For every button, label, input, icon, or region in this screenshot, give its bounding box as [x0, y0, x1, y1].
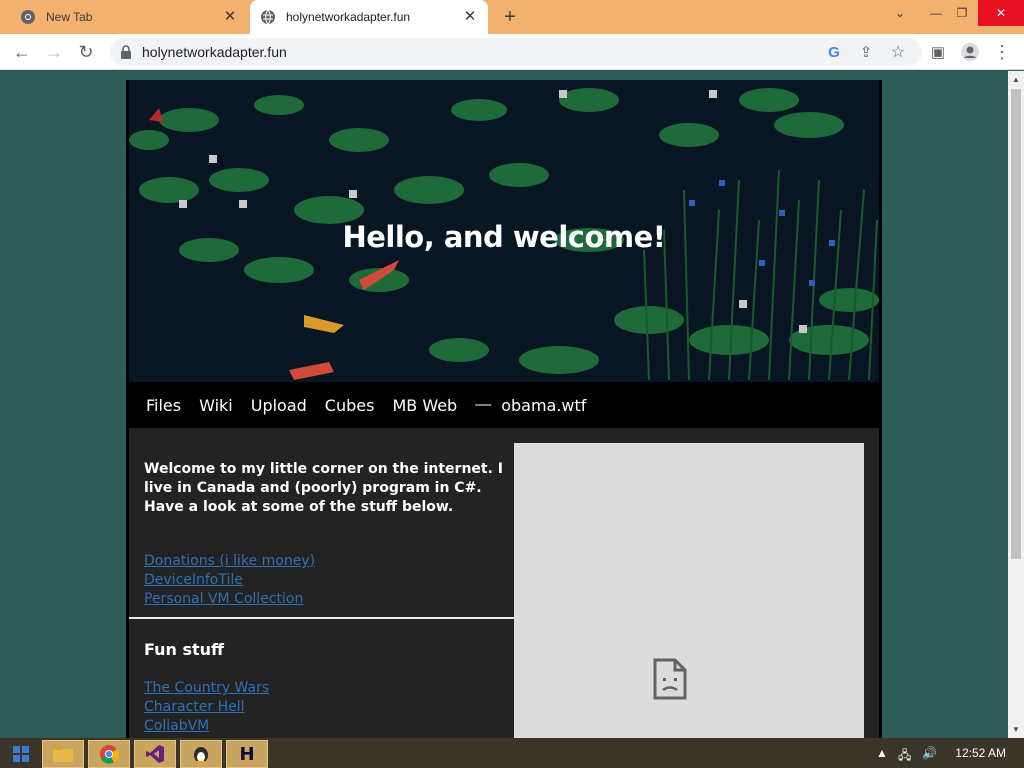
sad-page-icon [653, 658, 687, 700]
side-panel-icon[interactable]: ▣ [926, 40, 950, 64]
link-collabvm[interactable]: CollabVM [144, 717, 504, 736]
nav-link-mb-web[interactable]: MB Web [392, 396, 457, 415]
close-window-button[interactable]: ✕ [978, 0, 1024, 26]
lock-icon[interactable] [120, 45, 132, 64]
site-container: Hello, and welcome! Files Wiki Upload Cu… [126, 80, 882, 738]
tab-holynetworkadapter[interactable]: holynetworkadapter.fun ✕ [250, 0, 488, 34]
tab-title: New Tab [46, 10, 93, 24]
menu-dots-icon[interactable]: ⋮ [990, 40, 1014, 64]
link-character-hell[interactable]: Character Hell [144, 698, 504, 717]
scroll-down-arrow-icon[interactable]: ▼ [1012, 725, 1020, 734]
link-deviceinfotile[interactable]: DeviceInfoTile [144, 571, 504, 590]
fun-links: The Country Wars Character Hell CollabVM [144, 679, 504, 736]
globe-icon [260, 9, 276, 25]
nav-link-obama-wtf[interactable]: obama.wtf [501, 396, 586, 415]
tab-new-tab[interactable]: New Tab ✕ [8, 0, 248, 34]
forward-icon[interactable]: → [42, 40, 66, 64]
link-personal-vm-collection[interactable]: Personal VM Collection [144, 590, 504, 609]
nav-link-cubes[interactable]: Cubes [325, 396, 375, 415]
tab-title: holynetworkadapter.fun [286, 10, 411, 24]
restore-button[interactable]: ❐ [946, 0, 978, 26]
visual-studio-icon[interactable] [134, 740, 176, 768]
hero-title: Hello, and welcome! [342, 220, 666, 254]
new-tab-button[interactable]: + [500, 7, 520, 27]
browser-toolbar: ← → ↻ holynetworkadapter.fun G ⇪ ☆ ▣ ⋮ [0, 34, 1024, 70]
profile-avatar-icon[interactable] [958, 40, 982, 64]
chrome-icon [20, 9, 36, 25]
share-icon[interactable]: ⇪ [854, 40, 878, 64]
address-bar[interactable]: holynetworkadapter.fun [110, 38, 922, 66]
file-explorer-icon[interactable] [42, 740, 84, 768]
site-nav: Files Wiki Upload Cubes MB Web — obama.w… [129, 382, 879, 428]
nav-separator: — [475, 396, 492, 413]
google-icon[interactable]: G [822, 40, 846, 64]
nav-link-upload[interactable]: Upload [251, 396, 307, 415]
close-tab-icon[interactable]: ✕ [462, 9, 478, 25]
section-divider [129, 617, 515, 619]
page-viewport: Hello, and welcome! Files Wiki Upload Cu… [0, 71, 1008, 738]
nav-link-files[interactable]: Files [146, 396, 181, 415]
page-scrollbar[interactable]: ▲ ▼ [1008, 71, 1024, 738]
h-app-icon[interactable]: H [226, 740, 268, 768]
taskbar-clock[interactable]: 12:52 AM [955, 746, 1006, 760]
windows-start-icon[interactable] [0, 740, 42, 768]
scroll-up-arrow-icon[interactable]: ▲ [1012, 75, 1020, 84]
windows-taskbar: H ▲ 🖧 🔊 12:52 AM [0, 738, 1024, 768]
volume-icon[interactable]: 🔊 [922, 746, 937, 760]
back-icon[interactable]: ← [10, 40, 34, 64]
bookmark-star-icon[interactable]: ☆ [886, 40, 910, 64]
hero-banner: Hello, and welcome! [129, 80, 879, 382]
main-content: Welcome to my little corner on the inter… [129, 428, 879, 738]
qemu-icon[interactable] [180, 740, 222, 768]
tab-search-icon[interactable]: ⌄ [884, 0, 916, 26]
network-icon[interactable]: 🖧 [898, 746, 911, 767]
link-country-wars[interactable]: The Country Wars [144, 679, 504, 698]
nav-link-wiki[interactable]: Wiki [199, 396, 233, 415]
intro-text: Welcome to my little corner on the inter… [144, 461, 503, 515]
chrome-icon[interactable] [88, 740, 130, 768]
scroll-thumb[interactable] [1011, 89, 1021, 559]
tab-strip: New Tab ✕ holynetworkadapter.fun ✕ + ⌄ —… [0, 0, 1024, 34]
embedded-frame [514, 443, 864, 738]
url-text: holynetworkadapter.fun [142, 44, 287, 60]
link-donations[interactable]: Donations (i like money) [144, 552, 504, 571]
close-tab-icon[interactable]: ✕ [222, 9, 238, 25]
tray-overflow-icon[interactable]: ▲ [876, 746, 888, 760]
reload-icon[interactable]: ↻ [74, 40, 98, 64]
fun-stuff-heading: Fun stuff [144, 640, 225, 659]
project-links: Donations (i like money) DeviceInfoTile … [144, 552, 504, 609]
